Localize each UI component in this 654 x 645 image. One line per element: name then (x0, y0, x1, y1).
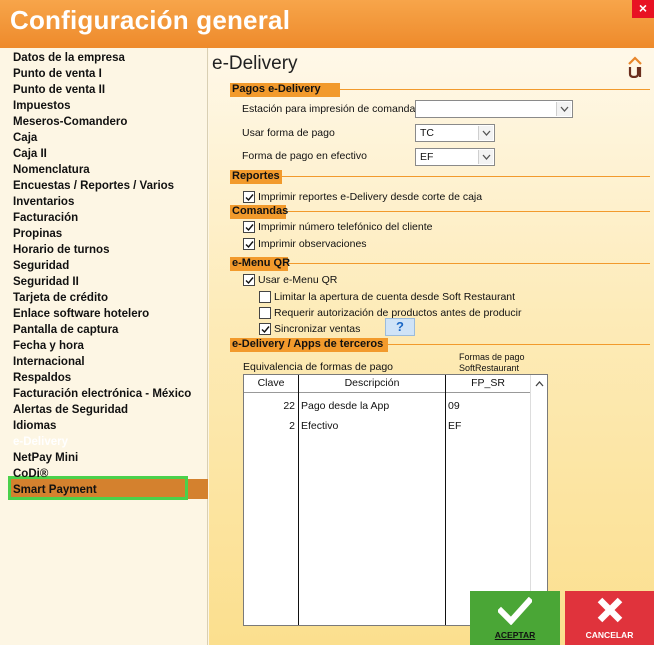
sidebar-item[interactable]: Tarjeta de crédito (13, 292, 108, 304)
sidebar-item[interactable]: Horario de turnos (13, 244, 109, 256)
sidebar-item[interactable]: Smart Payment (13, 484, 97, 496)
sidebar-item[interactable]: Enlace software hotelero (13, 308, 149, 320)
window-title: Configuración general (10, 5, 291, 35)
sidebar-item[interactable]: Nomenclatura (13, 164, 90, 176)
accept-label: ACEPTAR (494, 630, 536, 640)
sidebar-item[interactable]: Facturación electrónica - México (13, 388, 191, 400)
sidebar-item[interactable]: NetPay Mini (13, 452, 78, 464)
table-cell-clave[interactable]: 2 (244, 420, 295, 432)
imprimir-observaciones-label: Imprimir observaciones (258, 238, 367, 250)
chevron-down-icon[interactable] (478, 126, 493, 140)
table-cell-clave[interactable]: 22 (244, 400, 295, 412)
section-header-pagos: Pagos e-Delivery (232, 83, 321, 95)
column-divider (445, 375, 446, 625)
sidebar: Datos de la empresa Punto de venta I Pun… (0, 48, 208, 645)
column-divider (298, 375, 299, 625)
sidebar-item[interactable]: Internacional (13, 356, 85, 368)
accept-button[interactable]: ACEPTAR (470, 591, 560, 645)
sidebar-item[interactable]: Respaldos (13, 372, 71, 384)
column-header-fp-sr[interactable]: FP_SR (446, 375, 530, 393)
sidebar-item[interactable]: Seguridad (13, 260, 69, 272)
cancel-button[interactable]: CANCELAR (565, 591, 654, 645)
sidebar-item[interactable]: Punto de venta II (13, 84, 105, 96)
sidebar-item[interactable]: Encuestas / Reportes / Varios (13, 180, 174, 192)
equivalencias-table: Clave Descripción FP_SR 22 Pago desde la… (243, 374, 548, 626)
section-divider (282, 176, 650, 177)
column-header-descripcion[interactable]: Descripción (299, 375, 445, 393)
section-divider (340, 89, 650, 90)
sidebar-item[interactable]: Caja (13, 132, 37, 144)
imprimir-telefono-label: Imprimir número telefónico del cliente (258, 221, 433, 233)
soft-restaurant-logo-icon (628, 56, 642, 78)
sincronizar-ventas-checkbox[interactable] (259, 323, 271, 335)
imprimir-observaciones-checkbox[interactable] (243, 238, 255, 250)
sincronizar-ventas-label: Sincronizar ventas (274, 323, 361, 335)
limitar-apertura-checkbox[interactable] (259, 291, 271, 303)
section-header-apps: e-Delivery / Apps de terceros (232, 338, 384, 350)
forma-pago-select[interactable]: TC (415, 124, 495, 142)
section-header-comandas: Comandas (232, 205, 289, 217)
section-divider (388, 344, 650, 345)
table-cell-fp-sr[interactable]: EF (448, 420, 461, 432)
sidebar-item[interactable]: Seguridad II (13, 276, 79, 288)
efectivo-label: Forma de pago en efectivo (242, 150, 367, 162)
equivalencia-label: Equivalencia de formas de pago (243, 361, 394, 373)
section-divider (288, 263, 650, 264)
sidebar-item[interactable]: Datos de la empresa (13, 52, 125, 64)
sidebar-item[interactable]: Pantalla de captura (13, 324, 118, 336)
sidebar-item[interactable]: Fecha y hora (13, 340, 84, 352)
requerir-autorizacion-checkbox[interactable] (259, 307, 271, 319)
forma-pago-value: TC (420, 127, 434, 139)
cancel-label: CANCELAR (585, 630, 634, 640)
usar-emenu-label: Usar e-Menu QR (258, 274, 338, 286)
sidebar-item[interactable]: CoDi® (13, 468, 48, 480)
estacion-select[interactable] (415, 100, 573, 118)
table-cell-descripcion[interactable]: Efectivo (301, 420, 338, 432)
usar-emenu-checkbox[interactable] (243, 274, 255, 286)
forma-pago-label: Usar forma de pago (242, 127, 335, 139)
chevron-down-icon[interactable] (478, 150, 493, 164)
sidebar-item[interactable]: Caja II (13, 148, 47, 160)
efectivo-value: EF (420, 151, 434, 163)
softrestaurant-label: SoftRestaurant (459, 363, 520, 373)
efectivo-select[interactable]: EF (415, 148, 495, 166)
page-title: e-Delivery (212, 53, 298, 74)
column-header-clave[interactable]: Clave (244, 375, 298, 393)
sidebar-item-e-delivery[interactable]: e-Delivery (13, 436, 68, 448)
title-bar: Configuración general × (0, 0, 654, 48)
help-button[interactable]: ? (385, 318, 415, 336)
section-header-reportes: Reportes (232, 170, 280, 182)
estacion-label: Estación para impresión de comandas (242, 103, 421, 115)
sidebar-item[interactable]: Idiomas (13, 420, 56, 432)
scroll-up-icon[interactable] (535, 381, 544, 387)
sidebar-item[interactable]: Facturación (13, 212, 78, 224)
sidebar-item[interactable]: Impuestos (13, 100, 71, 112)
sidebar-item[interactable]: Alertas de Seguridad (13, 404, 128, 416)
sidebar-item[interactable]: Meseros-Comandero (13, 116, 127, 128)
table-cell-fp-sr[interactable]: 09 (448, 400, 460, 412)
sidebar-item[interactable]: Inventarios (13, 196, 74, 208)
imprimir-reportes-label: Imprimir reportes e-Delivery desde corte… (258, 191, 483, 203)
close-button[interactable]: × (632, 0, 654, 18)
close-x-icon (597, 597, 623, 623)
vertical-scrollbar[interactable] (530, 375, 547, 625)
main-panel: e-Delivery Pagos e-Delivery Estación par… (209, 48, 654, 645)
section-divider (286, 211, 650, 212)
formas-pago-label: Formas de pago (459, 352, 525, 362)
sidebar-item[interactable]: Propinas (13, 228, 62, 240)
imprimir-reportes-checkbox[interactable] (243, 191, 255, 203)
chevron-down-icon[interactable] (556, 102, 571, 116)
table-cell-descripcion[interactable]: Pago desde la App (301, 400, 389, 412)
section-header-emenu: e-Menu QR (232, 257, 291, 269)
checkmark-icon (498, 597, 532, 625)
imprimir-telefono-checkbox[interactable] (243, 221, 255, 233)
sidebar-item[interactable]: Punto de venta I (13, 68, 102, 80)
limitar-apertura-label: Limitar la apertura de cuenta desde Soft… (274, 291, 516, 303)
